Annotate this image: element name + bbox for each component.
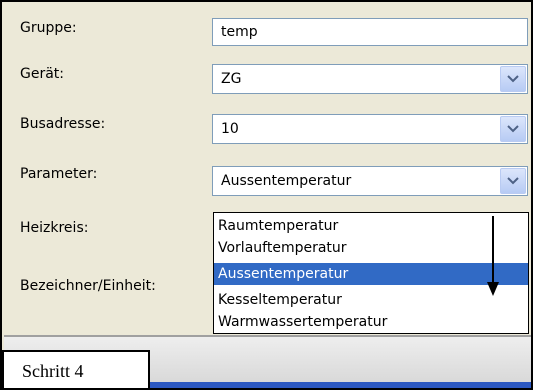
chevron-down-icon bbox=[507, 177, 519, 185]
dropdown-option-vorlauftemperatur[interactable]: Vorlauftemperatur bbox=[214, 237, 528, 259]
geraet-dropdown-button[interactable] bbox=[500, 66, 526, 92]
dropdown-option-aussentemperatur[interactable]: Aussentemperatur bbox=[214, 263, 528, 285]
parameter-label: Parameter: bbox=[20, 166, 98, 182]
gruppe-label: Gruppe: bbox=[20, 20, 77, 36]
bezeichner-label: Bezeichner/Einheit: bbox=[20, 278, 156, 294]
busadresse-select-value: 10 bbox=[221, 121, 239, 137]
dialog-frame: Gruppe: temp Gerät: ZG Busadresse: 10 Pa… bbox=[0, 0, 533, 390]
parameter-dropdown-button[interactable] bbox=[500, 168, 526, 194]
heizkreis-label: Heizkreis: bbox=[20, 220, 89, 236]
step-label: Schritt 4 bbox=[2, 350, 150, 388]
parameter-select[interactable]: Aussentemperatur bbox=[212, 166, 528, 196]
arrow-down-icon bbox=[487, 216, 499, 296]
geraet-label: Gerät: bbox=[20, 66, 65, 82]
geraet-select-value: ZG bbox=[221, 71, 242, 87]
dropdown-option-kesseltemperatur[interactable]: Kesseltemperatur bbox=[214, 289, 528, 311]
busadresse-dropdown-button[interactable] bbox=[500, 116, 526, 142]
chevron-down-icon bbox=[507, 75, 519, 83]
busadresse-label: Busadresse: bbox=[20, 116, 106, 132]
geraet-select[interactable]: ZG bbox=[212, 64, 528, 94]
taskbar-strip bbox=[150, 382, 531, 388]
dropdown-option-warmwassertemperatur[interactable]: Warmwassertemperatur bbox=[214, 311, 528, 333]
dropdown-option-raumtemperatur[interactable]: Raumtemperatur bbox=[214, 215, 528, 237]
busadresse-select[interactable]: 10 bbox=[212, 114, 528, 144]
parameter-dropdown-list[interactable]: Raumtemperatur Vorlauftemperatur Aussent… bbox=[213, 212, 529, 334]
chevron-down-icon bbox=[507, 125, 519, 133]
form-panel: Gruppe: temp Gerät: ZG Busadresse: 10 Pa… bbox=[4, 4, 531, 335]
gruppe-field[interactable]: temp bbox=[212, 18, 528, 46]
parameter-select-value: Aussentemperatur bbox=[221, 173, 352, 189]
